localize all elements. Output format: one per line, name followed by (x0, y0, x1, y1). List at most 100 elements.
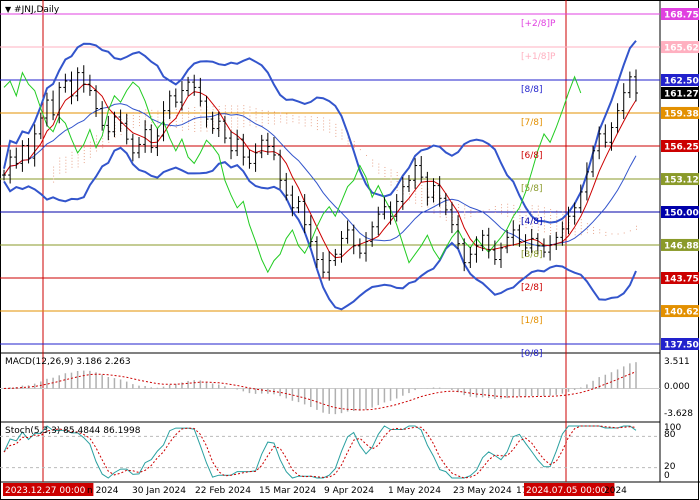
cloud-dot (458, 207, 460, 209)
cloud-dot (396, 180, 398, 182)
cloud-dot (372, 162, 374, 164)
price-tag-label: 165.62 (664, 44, 699, 54)
cloud-dot (543, 228, 545, 230)
cloud-dot (537, 214, 539, 216)
murrey-label: [2/8] (521, 283, 543, 293)
cloud-dot (531, 205, 533, 207)
cloud-dot (132, 124, 134, 126)
cloud-dot (304, 119, 306, 121)
cloud-dot (231, 117, 233, 119)
cloud-dot (378, 172, 380, 174)
cloud-dot (433, 203, 435, 205)
cloud-dot (157, 113, 159, 115)
time-axis-label: 15 Mar 2024 (259, 486, 316, 496)
cloud-dot (323, 120, 325, 122)
cloud-dot (458, 204, 460, 206)
cloud-dot (194, 109, 196, 111)
cloud-dot (580, 228, 582, 230)
cloud-dot (157, 125, 159, 127)
cloud-dot (439, 207, 441, 209)
cloud-dot (273, 123, 275, 125)
cloud-dot (151, 109, 153, 111)
cloud-dot (353, 147, 355, 149)
cloud-dot (384, 166, 386, 168)
price-tag-label: 143.75 (664, 275, 699, 285)
price-tag-label: 150.00 (664, 209, 699, 219)
chart-title: ▼ #JNJ,Daily (5, 5, 60, 15)
cloud-dot (574, 234, 576, 236)
cloud-dot (255, 120, 257, 122)
cloud-dot (77, 163, 79, 165)
cloud-dot (267, 122, 269, 124)
cloud-dot (200, 130, 202, 132)
cloud-dot (599, 232, 601, 234)
cloud-dot (249, 124, 251, 126)
cloud-dot (145, 112, 147, 114)
cloud-dot (543, 225, 545, 227)
cloud-dot (249, 109, 251, 111)
cloud-dot (280, 121, 282, 123)
cloud-dot (310, 122, 312, 124)
price-tag-label: 153.12 (664, 176, 699, 186)
cloud-dot (390, 172, 392, 174)
cloud-dot (267, 113, 269, 115)
cloud-dot (298, 119, 300, 121)
cloud-dot (372, 165, 374, 167)
cloud-dot (65, 168, 67, 170)
cloud-dot (231, 126, 233, 128)
cloud-dot (562, 220, 564, 222)
cloud-dot (286, 116, 288, 118)
cloud-dot (77, 160, 79, 162)
cloud-dot (421, 200, 423, 202)
cloud-dot (273, 111, 275, 113)
cloud-dot (175, 120, 177, 122)
cloud-dot (611, 233, 613, 235)
cloud-dot (378, 169, 380, 171)
cloud-dot (132, 112, 134, 114)
cloud-dot (151, 112, 153, 114)
cloud-dot (617, 233, 619, 235)
cloud-dot (243, 114, 245, 116)
cloud-dot (237, 126, 239, 128)
cloud-dot (304, 125, 306, 127)
cloud-dot (169, 125, 171, 127)
macd-tick-top: 3.511 (664, 357, 690, 367)
cloud-dot (341, 132, 343, 134)
cloud-dot (218, 105, 220, 107)
cloud-dot (310, 119, 312, 121)
cloud-dot (83, 156, 85, 158)
cloud-dot (550, 214, 552, 216)
cloud-dot (175, 111, 177, 113)
cloud-dot (138, 119, 140, 121)
cloud-dot (359, 149, 361, 151)
cloud-dot (421, 188, 423, 190)
cloud-dot (415, 202, 417, 204)
cloud-dot (243, 120, 245, 122)
cloud-dot (513, 216, 515, 218)
cloud-dot (636, 225, 637, 227)
cloud-dot (439, 210, 441, 212)
cloud-dot (83, 153, 85, 155)
cloud-dot (366, 154, 368, 156)
cloud-dot (574, 231, 576, 233)
murrey-label: [1/8] (521, 316, 543, 326)
cloud-dot (543, 213, 545, 215)
cloud-dot (169, 119, 171, 121)
cloud-dot (396, 177, 398, 179)
cloud-dot (421, 191, 423, 193)
cloud-dot (267, 116, 269, 118)
cloud-dot (372, 159, 374, 161)
cloud-dot (89, 147, 91, 149)
cloud-dot (249, 121, 251, 123)
cloud-dot (243, 123, 245, 125)
cloud-dot (286, 122, 288, 124)
cloud-dot (304, 116, 306, 118)
cloud-dot (537, 211, 539, 213)
cloud-dot (341, 138, 343, 140)
cloud-dot (108, 141, 110, 143)
cloud-dot (231, 123, 233, 125)
cloud-dot (507, 215, 509, 217)
cloud-dot (157, 119, 159, 121)
cloud-dot (243, 105, 245, 107)
cloud-dot (273, 120, 275, 122)
